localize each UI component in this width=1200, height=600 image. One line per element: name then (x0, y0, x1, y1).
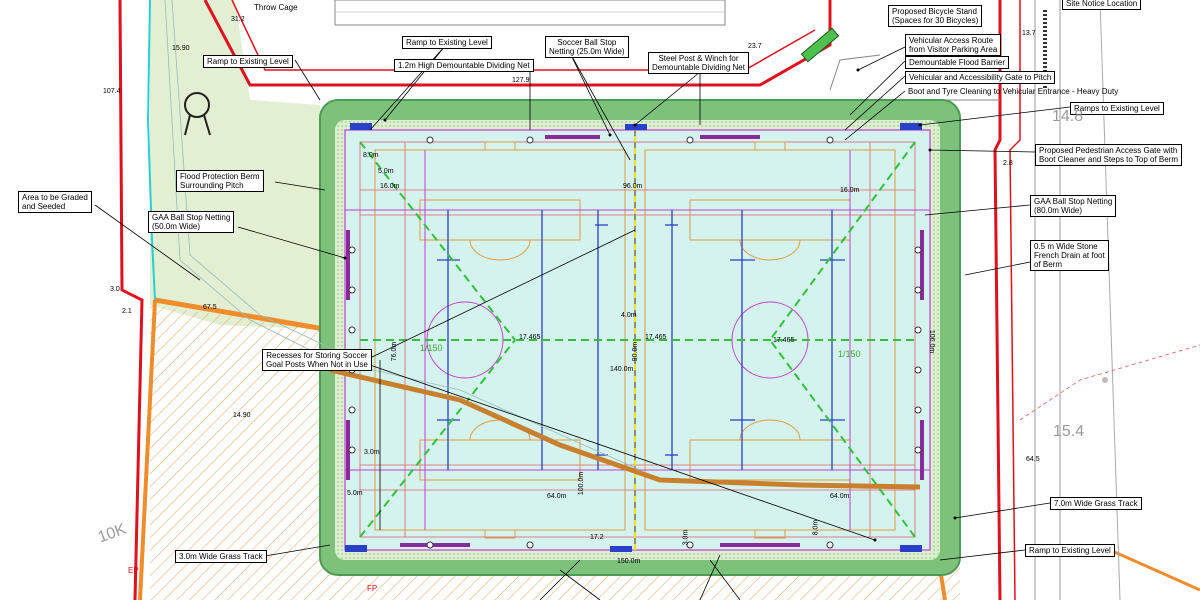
steel-post-line-2: Demountable Dividing Net (652, 63, 745, 72)
soccer-netting-line-2: Netting (25.0m Wide) (549, 47, 625, 56)
spot-64-5: 64.5 (1026, 456, 1040, 463)
dim-96: 96.0m (623, 183, 643, 190)
dim-5-bottom-left: 5.0m (347, 490, 363, 497)
level-17465-c: 17.465 (773, 337, 795, 344)
vehicular-route-line-2: from Visitor Parking Area (909, 45, 998, 54)
marker-fp-bottom: FP (367, 584, 378, 593)
dim-64-left: 64.0m (547, 493, 567, 500)
dim-8-top-left: 8.0m (363, 152, 379, 159)
spot-107-4: 107.4 (103, 88, 121, 95)
dim-140: 140.0m (610, 366, 634, 373)
callout-flood-barrier: Demountable Flood Barrier (905, 56, 1010, 69)
spot-67-5: 67.5 (203, 304, 217, 311)
french-drain-line-3: of Berm (1034, 260, 1063, 269)
soccer-netting-line-1: Soccer Ball Stop (557, 38, 617, 47)
pedestrian-gate-line-2: Boot Cleaner and Steps to Top of Berm (1039, 155, 1179, 164)
spot-127-9: 127.9 (512, 77, 530, 84)
callout-ramps-right: Ramps to Existing Level (1070, 102, 1164, 115)
area-graded-line-2: and Seeded (22, 202, 66, 211)
dim-8-bottom-right: 8.0m (812, 519, 820, 536)
spot-15-90: 15.90 (172, 45, 190, 52)
dim-16-right: 16.0m (840, 187, 860, 194)
steel-post-line-1: Steel Post & Winch for (658, 54, 739, 63)
area-graded-line-1: Area to be Graded (22, 193, 88, 202)
french-drain-line-2: French Drain at foot (1034, 251, 1105, 260)
dim-106: 106.0m (928, 329, 936, 354)
flood-berm-line-2: Surrounding Pitch (180, 181, 244, 190)
dim-16-left: 16.0m (380, 183, 400, 190)
spot-14-8: 14.8 (1052, 108, 1084, 125)
dim-2-8: 2.8 (1003, 160, 1013, 167)
throw-cage-label: Throw Cage (254, 3, 298, 12)
dim-150: 150.0m (617, 558, 641, 565)
recesses-line-2: Goal Posts When Not in Use (266, 360, 368, 369)
gaa-netting-right-line-1: GAA Ball Stop Netting (1034, 197, 1113, 206)
dim-100: 100.0m (578, 471, 586, 496)
bicycle-stand-line-2: (Spaces for 30 Bicycles) (892, 16, 979, 25)
callout-ramp-top: Ramp to Existing Level (402, 36, 492, 49)
callout-bicycle-stand: Proposed Bicycle Stand (Spaces for 30 Bi… (888, 5, 983, 27)
gaa-netting-left-line-1: GAA Ball Stop Netting (152, 213, 231, 222)
callout-flood-berm: Flood Protection Berm Surrounding Pitch (176, 170, 264, 192)
car-park (334, 0, 726, 26)
callout-soccer-netting: Soccer Ball Stop Netting (25.0m Wide) (545, 36, 629, 58)
callout-grass-track-left: 3.0m Wide Grass Track (175, 550, 267, 563)
callout-recesses: Recesses for Storing Soccer Goal Posts W… (262, 349, 372, 371)
slope-left: 1/150 (420, 343, 443, 353)
callout-steel-post: Steel Post & Winch for Demountable Divid… (648, 52, 749, 74)
dim-90: 90.0m (632, 341, 640, 362)
dim-4: 4.0m (621, 312, 637, 319)
dim-76: 76.0m (391, 341, 399, 362)
callout-boot-tyre: Boot and Tyre Cleaning to Vehicular Entr… (908, 87, 1119, 96)
callout-ramp-left: Ramp to Existing Level (203, 55, 293, 68)
spot-17-2: 17.2 (590, 534, 604, 541)
spot-2-1: 2.1 (122, 308, 132, 315)
pedestrian-gate-line-1: Proposed Pedestrian Access Gate with (1039, 146, 1178, 155)
dim-64-right: 64.0m (830, 493, 850, 500)
callout-pedestrian-gate: Proposed Pedestrian Access Gate with Boo… (1035, 144, 1183, 166)
callout-grass-track-right: 7.0m Wide Grass Track (1050, 497, 1142, 510)
callout-dividing-net: 1.2m High Demountable Dividing Net (394, 59, 534, 72)
slope-right: 1/150 (838, 349, 861, 359)
callout-gaa-netting-right: GAA Ball Stop Netting (80.0m Wide) (1030, 195, 1117, 217)
callout-gaa-netting-left: GAA Ball Stop Netting (50.0m Wide) (148, 211, 235, 233)
vehicular-route-line-1: Vehicular Access Route (909, 36, 994, 45)
spot-31-2: 31.2 (231, 16, 245, 23)
dim-3-left: 3.0m (364, 449, 380, 456)
level-17465-a: 17.465 (519, 334, 541, 341)
bicycle-stand-line-1: Proposed Bicycle Stand (892, 7, 977, 16)
spot-13-7: 13.7 (1022, 30, 1036, 37)
spot-15-4: 15.4 (1053, 423, 1085, 440)
callout-ramp-bottom-right: Ramp to Existing Level (1025, 544, 1115, 557)
callout-vehicular-route: Vehicular Access Route from Visitor Park… (905, 34, 1002, 56)
spot-14-90: 14.90 (233, 412, 251, 419)
callout-site-notice: Site Notice Location (1062, 0, 1142, 10)
flood-berm-line-1: Flood Protection Berm (180, 172, 260, 181)
recesses-line-1: Recesses for Storing Soccer (266, 351, 368, 360)
bicycle-stand (800, 27, 840, 63)
spot-3-0: 3.0 (110, 286, 120, 293)
french-drain-line-1: 0.5 m Wide Stone (1034, 242, 1098, 251)
callout-french-drain: 0.5 m Wide Stone French Drain at foot of… (1030, 240, 1109, 271)
callout-area-graded: Area to be Graded and Seeded (18, 191, 92, 213)
dim-3-bottom: 3.0m (682, 529, 690, 546)
site-plan-drawing: Throw Cage Ramp to Existing Level Ramp t… (0, 0, 1200, 600)
level-17465-b: 17.465 (645, 334, 667, 341)
spot-23-7: 23.7 (748, 43, 762, 50)
callout-vehicular-gate: Vehicular and Accessibility Gate to Pitc… (905, 71, 1056, 84)
site-boundary (118, 0, 144, 600)
gaa-netting-left-line-2: (50.0m Wide) (152, 222, 201, 231)
marker-ep: EP (128, 566, 139, 575)
gaa-netting-right-line-2: (80.0m Wide) (1034, 206, 1083, 215)
dim-5-top-left: 5.0m (378, 168, 394, 175)
